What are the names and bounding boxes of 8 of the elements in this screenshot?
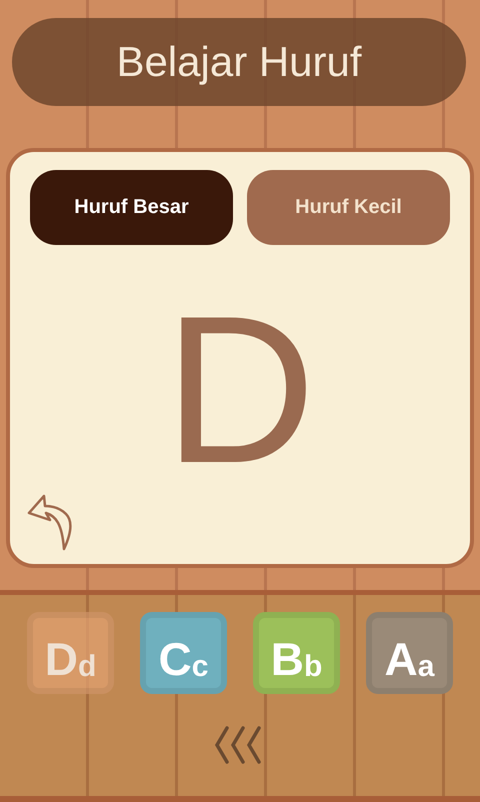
- case-tab[interactable]: Huruf Besar: [30, 170, 233, 245]
- letter-tile[interactable]: Cc: [140, 612, 227, 694]
- letter-display: D: [163, 285, 317, 495]
- letter-tile[interactable]: Aa: [366, 612, 453, 694]
- case-tab[interactable]: Huruf Kecil: [247, 170, 450, 245]
- letter-tile[interactable]: Bb: [253, 612, 340, 694]
- letter-tile[interactable]: Dd: [27, 612, 114, 694]
- app-title: Belajar Huruf: [12, 18, 466, 106]
